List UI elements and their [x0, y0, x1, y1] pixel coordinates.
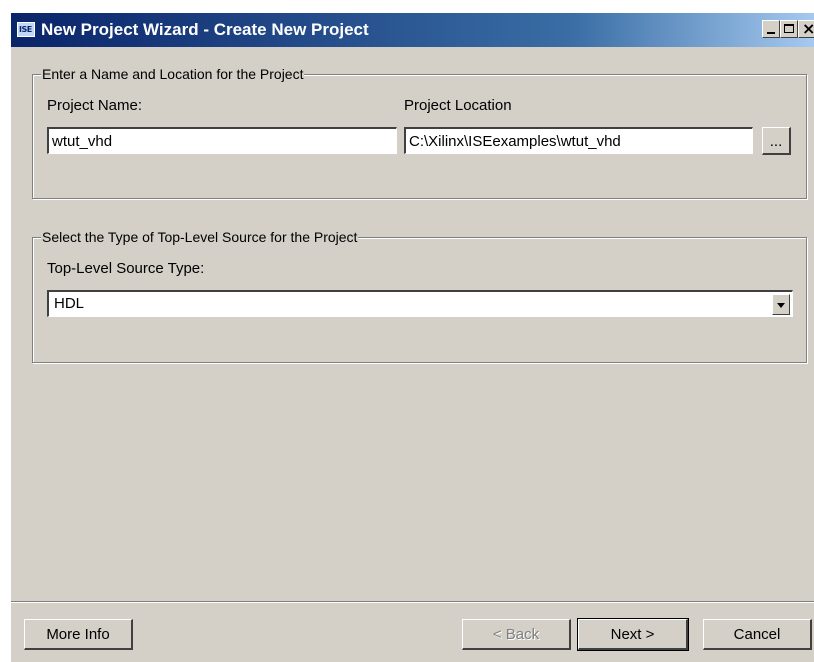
browse-button-label: ... — [769, 133, 783, 150]
dropdown-button[interactable] — [772, 294, 790, 315]
maximize-button[interactable] — [780, 20, 798, 38]
top-level-source-type-value: HDL — [54, 295, 85, 312]
project-name-label: Project Name: — [47, 97, 143, 114]
new-project-wizard-window: ISE New Project Wizard - Create New Proj… — [10, 12, 814, 662]
window-title: New Project Wizard - Create New Project — [41, 20, 369, 39]
project-location-input[interactable] — [404, 127, 753, 154]
app-icon-text: ISE — [19, 25, 32, 34]
project-name-input[interactable] — [47, 127, 397, 154]
top-level-source-type-label: Top-Level Source Type: — [47, 260, 205, 277]
title-bar[interactable]: ISE New Project Wizard - Create New Proj… — [11, 13, 814, 47]
minimize-button[interactable] — [762, 20, 780, 38]
minimize-icon — [767, 32, 775, 34]
name-location-legend: Enter a Name and Location for the Projec… — [41, 66, 305, 82]
more-info-label: More Info — [46, 625, 110, 643]
close-button[interactable]: × — [798, 19, 814, 38]
chevron-down-icon — [777, 303, 785, 308]
close-icon: × — [802, 19, 814, 38]
browse-location-button[interactable]: ... — [762, 127, 791, 155]
cancel-label: Cancel — [733, 625, 781, 643]
back-button[interactable]: < Back — [462, 619, 571, 650]
source-type-legend: Select the Type of Top-Level Source for … — [41, 229, 359, 245]
back-label: < Back — [492, 625, 540, 643]
maximize-icon — [784, 24, 794, 33]
ise-app-icon: ISE — [17, 22, 35, 37]
next-button[interactable]: Next > — [577, 618, 689, 651]
footer-separator — [11, 601, 814, 603]
cancel-button[interactable]: Cancel — [703, 619, 812, 650]
more-info-button[interactable]: More Info — [24, 619, 133, 650]
project-location-label: Project Location — [404, 97, 512, 114]
top-level-source-type-select[interactable]: HDL — [47, 290, 793, 317]
next-label: Next > — [610, 625, 655, 643]
